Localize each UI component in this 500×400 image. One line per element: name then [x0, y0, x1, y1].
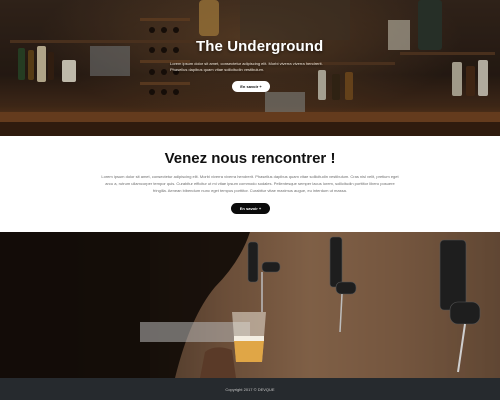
hero-description: Lorem ipsum dolor sit amet, consectetur …	[170, 61, 323, 72]
copyright-text: Copyright 2017 © DEVQUE	[225, 386, 275, 392]
footer: Copyright 2017 © DEVQUE	[0, 378, 500, 400]
beer-tap-illustration	[0, 232, 500, 378]
beer-tap-photo	[0, 232, 500, 378]
hero-banner: The Underground Lorem ipsum dolor sit am…	[0, 0, 500, 136]
hero-learn-more-button[interactable]: En savoir +	[232, 81, 270, 92]
section-title: Venez nous rencontrer !	[164, 150, 336, 167]
section-description: Lorem ipsum dolor sit amet, consectetur …	[101, 174, 399, 193]
hero-title: The Underground	[196, 38, 324, 55]
meet-us-section: Venez nous rencontrer ! Lorem ipsum dolo…	[0, 136, 500, 232]
meet-learn-more-button[interactable]: En savoir +	[231, 203, 270, 214]
